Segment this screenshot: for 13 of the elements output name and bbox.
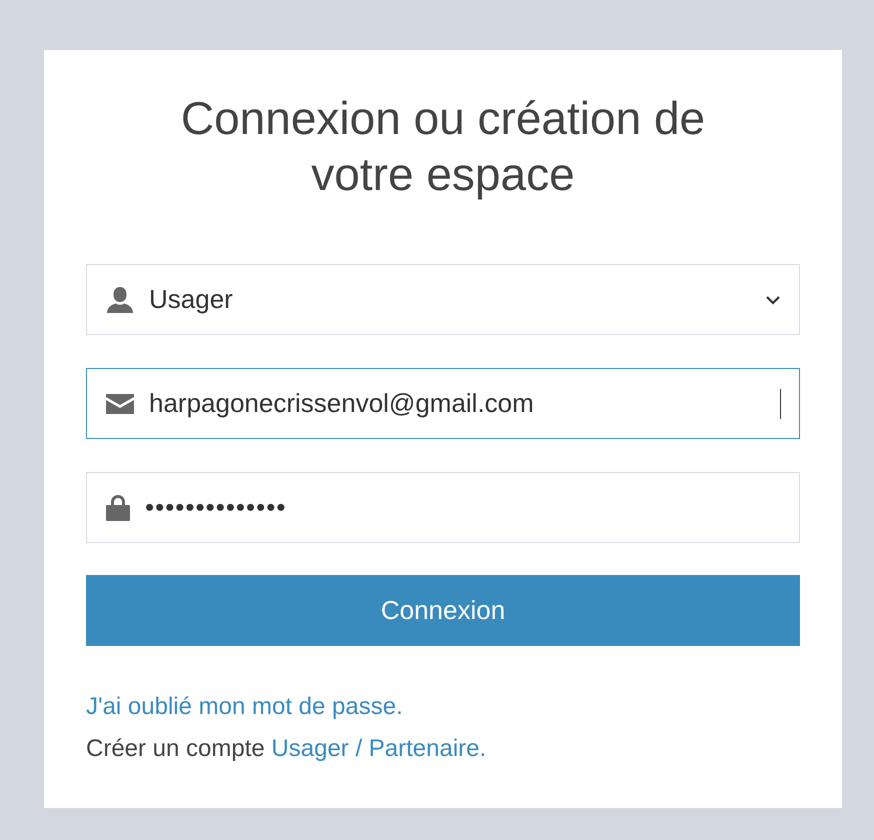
- text-cursor: [780, 388, 781, 418]
- create-account-link[interactable]: Usager / Partenaire.: [271, 735, 486, 762]
- envelope-icon: [105, 392, 135, 414]
- login-button[interactable]: Connexion: [86, 575, 800, 646]
- page-title: Connexion ou création de votre espace: [180, 91, 706, 202]
- password-field[interactable]: ••••••••••••••: [86, 472, 800, 543]
- chevron-down-icon: [765, 294, 781, 304]
- lock-icon: [105, 494, 131, 522]
- user-icon: [105, 286, 135, 314]
- forgot-password-link[interactable]: J'ai oublié mon mot de passe.: [86, 693, 403, 720]
- user-type-dropdown[interactable]: Usager: [86, 264, 800, 335]
- email-field[interactable]: harpagonecrissenvol@gmail.com: [86, 368, 800, 439]
- create-account-text: Créer un compte Usager / Partenaire.: [86, 734, 488, 764]
